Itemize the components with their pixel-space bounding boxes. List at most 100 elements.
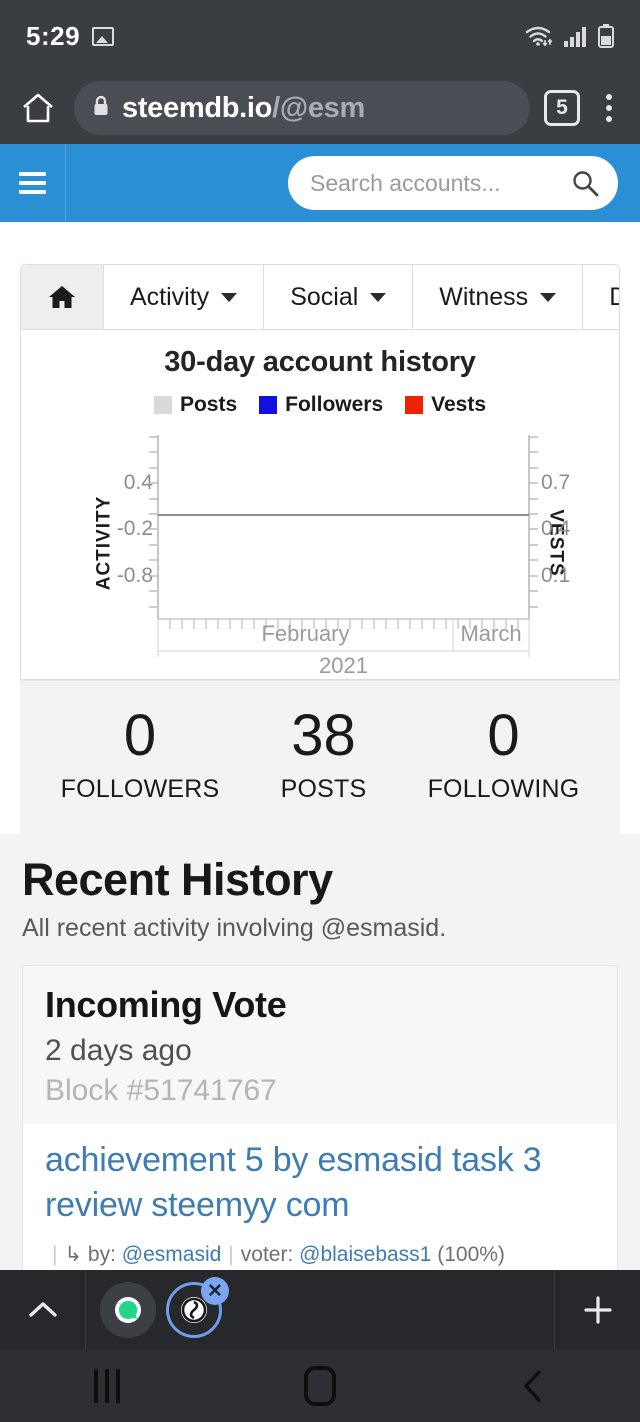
status-bar-left: 5:29 — [26, 20, 115, 52]
account-stats: 0 FOLLOWERS 38 POSTS 0 FOLLOWING — [20, 680, 620, 834]
tab-data-label: Data — [609, 283, 619, 312]
account-history-chart-card: 30-day account history Posts Followers V… — [20, 330, 620, 680]
new-tab-button[interactable] — [554, 1270, 640, 1350]
url-text: steemdb.io/@esm — [122, 92, 365, 125]
legend-item-posts[interactable]: Posts — [153, 393, 238, 417]
tab-witness-label: Witness — [439, 282, 529, 311]
app-tab-browser[interactable]: ✕ — [166, 1277, 229, 1338]
legend-swatch-posts — [153, 396, 172, 414]
battery-icon — [598, 24, 614, 48]
content-container: Activity Social Witness Data 30-day acco… — [0, 222, 640, 834]
chat-bubble-icon — [115, 1297, 141, 1323]
legend-item-vests[interactable]: Vests — [405, 393, 486, 417]
tab-social-label: Social — [290, 282, 359, 311]
legend-swatch-vests — [405, 396, 424, 414]
recents-button[interactable] — [52, 1369, 162, 1403]
meta-divider: | — [52, 1242, 58, 1266]
browser-toolbar: steemdb.io/@esm 5 — [0, 72, 640, 144]
page-content: Activity Social Witness Data 30-day acco… — [0, 222, 640, 1282]
chevron-up-icon — [28, 1302, 57, 1317]
stat-following: 0 FOLLOWING — [428, 707, 580, 804]
author-link[interactable]: @esmasid — [122, 1243, 222, 1266]
close-tab-icon[interactable]: ✕ — [201, 1277, 229, 1305]
page-title: Recent History — [22, 854, 333, 905]
tab-social[interactable]: Social — [264, 265, 414, 329]
back-button[interactable] — [478, 1367, 588, 1405]
recent-history-section: Recent History All recent activity invol… — [0, 834, 640, 1282]
chevron-down-icon — [540, 292, 557, 302]
stat-posts: 38 POSTS — [281, 707, 367, 804]
wifi-icon — [525, 26, 553, 47]
chart-title: 30-day account history — [164, 346, 476, 378]
url-path: /@esm — [272, 91, 365, 124]
x-band-march: March — [460, 621, 522, 646]
tab-count-button[interactable]: 5 — [544, 90, 580, 126]
chevron-down-icon — [221, 292, 238, 302]
stat-posts-value: 38 — [291, 703, 356, 768]
history-entry-header: Incoming Vote 2 days ago Block #51741767 — [23, 966, 617, 1124]
hamburger-menu-button[interactable] — [0, 144, 66, 222]
history-entry-body: achievement 5 by esmasid task 3 review s… — [23, 1124, 617, 1282]
reply-arrow-icon: ↳ — [64, 1242, 83, 1266]
tab-witness[interactable]: Witness — [413, 265, 584, 329]
history-entry: Incoming Vote 2 days ago Block #51741767… — [22, 965, 618, 1282]
android-navigation-bar — [0, 1350, 640, 1422]
stat-followers-label: FOLLOWERS — [60, 775, 220, 803]
tab-home[interactable] — [21, 265, 104, 329]
x-band-february: February — [261, 621, 350, 646]
recent-history-subtitle: All recent activity involving @esmasid. — [22, 914, 447, 942]
phone-screen: 5:29 steemdb.io/@esm 5 Search accounts..… — [0, 0, 640, 1422]
status-bar: 5:29 — [0, 0, 640, 72]
chart-x-axis-label: 2021 — [319, 653, 368, 678]
url-bar[interactable]: steemdb.io/@esm — [74, 81, 530, 135]
hamburger-icon — [19, 172, 46, 194]
status-bar-right — [524, 24, 614, 48]
post-title-link[interactable]: achievement 5 by esmasid task 3 review s… — [45, 1138, 595, 1228]
cellular-signal-icon — [564, 27, 586, 47]
app-tab-strip: ✕ — [86, 1270, 554, 1350]
meta-divider: | — [228, 1242, 234, 1266]
plus-icon — [583, 1296, 612, 1324]
legend-label-vests: Vests — [431, 393, 487, 416]
voter-link[interactable]: @blaisebass1 — [299, 1243, 431, 1266]
home-icon — [49, 286, 75, 308]
by-label: by: — [87, 1242, 116, 1266]
stat-following-label: FOLLOWING — [427, 775, 580, 803]
vote-weight: (100%) — [437, 1242, 505, 1266]
home-square-icon — [303, 1366, 336, 1406]
chart-legend: Posts Followers Vests — [21, 393, 619, 417]
site-navbar — [0, 144, 640, 222]
stat-followers: 0 FOLLOWERS — [61, 707, 220, 804]
legend-swatch-followers — [259, 396, 278, 414]
stat-following-value: 0 — [487, 703, 520, 768]
status-time: 5:29 — [26, 20, 81, 51]
tab-activity[interactable]: Activity — [104, 265, 265, 329]
history-entry-type: Incoming Vote — [45, 984, 287, 1025]
search-icon[interactable] — [570, 168, 600, 198]
home-icon[interactable] — [16, 91, 60, 125]
history-entry-block: Block #51741767 — [45, 1074, 277, 1107]
kebab-menu-icon[interactable] — [594, 94, 624, 122]
search-input[interactable] — [310, 169, 570, 197]
back-chevron-icon — [524, 1370, 542, 1402]
chevron-down-icon — [370, 292, 387, 302]
tab-activity-label: Activity — [130, 282, 210, 311]
tab-data[interactable]: Data — [583, 265, 619, 329]
image-icon — [92, 26, 115, 46]
voter-label: voter: — [240, 1242, 294, 1266]
chart-plot-area: ACTIVITY VESTS 0.4 -0.2 -0.8 0.7 0.4 0.1 — [21, 429, 619, 678]
expand-toolbar-button[interactable] — [0, 1270, 86, 1350]
home-button[interactable] — [265, 1366, 375, 1406]
recents-icon — [93, 1369, 120, 1403]
legend-label-followers: Followers — [285, 393, 384, 416]
browser-bottom-bar: ✕ — [0, 1270, 640, 1350]
lock-icon — [92, 94, 110, 123]
legend-item-followers[interactable]: Followers — [259, 393, 383, 417]
account-tabs: Activity Social Witness Data — [20, 264, 620, 330]
stat-followers-value: 0 — [123, 703, 157, 768]
history-entry-time: 2 days ago — [45, 1034, 192, 1067]
stat-posts-label: POSTS — [280, 775, 367, 803]
app-tab-whatsapp[interactable] — [100, 1282, 156, 1338]
legend-label-posts: Posts — [179, 393, 238, 416]
search-accounts-box[interactable] — [288, 156, 618, 210]
